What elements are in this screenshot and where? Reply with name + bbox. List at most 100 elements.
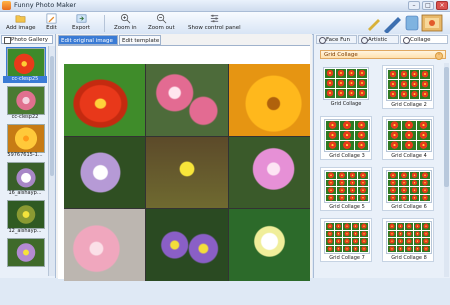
gallery-item-caption: cc-clesp22 — [11, 114, 39, 120]
template-grid: Grid Collage Grid Collage 2 Grid Collage… — [320, 65, 440, 305]
zoom-in-icon — [120, 14, 131, 24]
collage-preview[interactable] — [64, 64, 310, 281]
template-scrollbar[interactable] — [444, 63, 449, 277]
window-title: Funny Photo Maker — [14, 1, 77, 9]
tab-edit-original-image[interactable]: Edit original image — [58, 35, 118, 45]
gallery-scrollbar-thumb[interactable] — [50, 56, 54, 176]
add-image-button[interactable]: Add image — [6, 13, 36, 32]
template-tabs: Face Fun Artistic Collage — [316, 34, 450, 45]
zoom-in-button[interactable]: Zoom in — [114, 13, 137, 32]
gallery-item[interactable]: 59767615-1... — [3, 122, 47, 162]
show-control-panel-label: Show control panel — [188, 25, 241, 31]
gallery-item[interactable]: cc-clesp25 — [3, 46, 47, 86]
collage-cell[interactable] — [64, 64, 146, 136]
template-thumbnail — [323, 67, 369, 100]
template-thumbnail — [324, 170, 370, 203]
gallery-item[interactable]: cc-clesp22 — [3, 84, 47, 124]
gallery-item-caption: 59767615-1... — [7, 152, 43, 158]
template-caption: Grid Collage — [330, 101, 362, 107]
tab-face-fun[interactable]: Face Fun — [316, 35, 357, 44]
tab-edit-template[interactable]: Edit template — [119, 35, 161, 45]
artistic-icon — [361, 37, 368, 44]
zoom-in-label: Zoom in — [114, 25, 137, 31]
gallery-item[interactable] — [3, 236, 47, 276]
tab-collage[interactable]: Collage — [400, 35, 448, 44]
template-thumbnail — [386, 68, 432, 101]
collage-cell[interactable] — [64, 209, 146, 281]
app-icon — [2, 1, 11, 10]
template-thumbnail — [386, 119, 432, 152]
tab-photo-gallery[interactable]: Photo Gallery — [1, 35, 53, 44]
template-thumbnail — [324, 221, 370, 254]
template-card[interactable]: Grid Collage 3 — [320, 116, 372, 160]
maximize-button[interactable]: □ — [422, 1, 434, 10]
decorative-art-icon — [368, 14, 443, 33]
gallery-item-caption: 16_aishayp... — [8, 190, 42, 196]
toolbar: Add image Edit Export Zoom in Zoom out S… — [0, 12, 450, 35]
canvas-area: Edit original image Edit template — [56, 34, 312, 281]
minimize-button[interactable]: – — [408, 1, 420, 10]
template-caption: Grid Collage 8 — [391, 255, 427, 261]
gallery-thumbnail — [6, 47, 46, 78]
export-button[interactable]: Export — [72, 13, 90, 32]
gallery-item[interactable]: 16_aishayp... — [3, 160, 47, 200]
collage-cell[interactable] — [228, 136, 310, 209]
gallery-item[interactable]: 12_aishayp... — [3, 198, 47, 238]
template-caption: Grid Collage 5 — [329, 204, 365, 210]
template-caption: Grid Collage 6 — [391, 204, 427, 210]
template-category-dropdown[interactable]: Grid Collage ˄ — [320, 50, 446, 60]
photo-gallery-panel: Photo Gallery cc-clesp25 cc-clesp22 5976… — [0, 34, 56, 278]
artistic-label: Artistic — [368, 37, 388, 43]
chevron-up-icon[interactable]: ˄ — [435, 52, 443, 60]
export-icon — [76, 14, 86, 23]
edit-button[interactable]: Edit — [46, 13, 57, 32]
template-caption: Grid Collage 4 — [391, 153, 427, 159]
gallery-item-caption: 12_aishayp... — [8, 228, 42, 234]
folder-open-icon — [15, 15, 26, 23]
collage-cell[interactable] — [146, 209, 228, 281]
face-fun-icon — [319, 37, 326, 44]
close-button[interactable]: × — [436, 1, 448, 10]
template-thumbnail — [386, 170, 432, 203]
toolbar-separator — [104, 15, 105, 32]
add-image-label: Add image — [6, 25, 36, 31]
collage-cell[interactable] — [146, 136, 228, 209]
collage-icon — [403, 37, 410, 44]
template-card[interactable]: Grid Collage 6 — [382, 167, 434, 211]
template-card[interactable]: Grid Collage 7 — [320, 218, 372, 262]
collage-cell[interactable] — [228, 64, 310, 136]
zoom-out-label: Zoom out — [148, 25, 175, 31]
collage-label: Collage — [410, 37, 431, 43]
face-fun-label: Face Fun — [326, 37, 351, 43]
template-card[interactable]: Grid Collage 8 — [382, 218, 434, 262]
collage-cell[interactable] — [64, 136, 146, 209]
template-scrollbar-thumb[interactable] — [444, 67, 449, 187]
template-caption: Grid Collage 3 — [329, 153, 365, 159]
edit-icon — [46, 13, 57, 24]
zoom-out-icon — [156, 14, 167, 24]
gallery-scrollbar[interactable] — [48, 46, 55, 276]
gallery-thumbnail — [7, 124, 45, 153]
gallery-icon — [4, 37, 11, 44]
template-panel: Face Fun Artistic Collage Grid Collage ˄… — [313, 34, 450, 278]
show-control-panel-button[interactable]: Show control panel — [188, 13, 241, 32]
gallery-item-caption: cc-clesp25 — [3, 76, 47, 83]
tab-artistic[interactable]: Artistic — [358, 35, 399, 44]
gallery-list: cc-clesp25 cc-clesp22 59767615-1... 16_a… — [3, 46, 47, 278]
control-panel-icon — [210, 14, 218, 23]
title-bar: Funny Photo Maker – □ × — [0, 0, 450, 12]
edit-label: Edit — [46, 25, 57, 31]
template-card[interactable]: Grid Collage 2 — [382, 65, 434, 109]
template-thumbnail — [386, 221, 432, 254]
template-card[interactable]: Grid Collage 4 — [382, 116, 434, 160]
zoom-out-button[interactable]: Zoom out — [148, 13, 175, 32]
template-thumbnail — [324, 119, 370, 152]
template-card[interactable]: Grid Collage 5 — [320, 167, 372, 211]
gallery-thumbnail — [7, 86, 45, 115]
template-category-value: Grid Collage — [324, 52, 358, 58]
window-controls: – □ × — [408, 1, 448, 10]
collage-cell[interactable] — [146, 64, 228, 136]
collage-cell[interactable] — [228, 209, 310, 281]
template-card[interactable]: Grid Collage — [320, 65, 372, 109]
photo-gallery-tab-label: Photo Gallery — [11, 37, 49, 43]
